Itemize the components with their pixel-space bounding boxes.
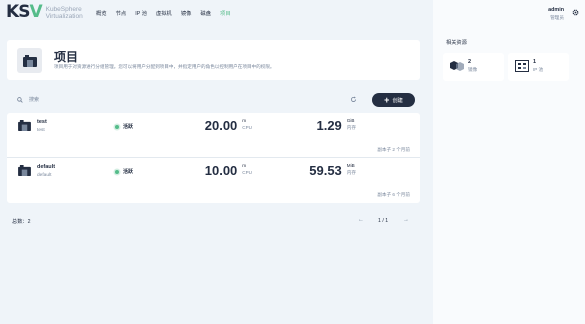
status-badge: 活跃 bbox=[115, 123, 133, 130]
nav-disks[interactable]: 磁盘 bbox=[200, 11, 211, 18]
page-indicator: 1 / 1 bbox=[378, 218, 389, 224]
memory-value: 59.53 bbox=[309, 163, 342, 178]
memory-value: 1.29 bbox=[316, 118, 342, 133]
cpu-usage: 20.00 m CPU bbox=[205, 118, 252, 133]
nav-virtual-machines[interactable]: 虚拟机 bbox=[156, 11, 172, 18]
nav-images[interactable]: 镜像 bbox=[181, 11, 192, 18]
logo-mark: KSV bbox=[6, 2, 43, 22]
right-sidebar: admin 管理员 相关资源 2 镜像 1 IP 池 bbox=[433, 0, 585, 324]
project-icon bbox=[17, 48, 42, 73]
page-title: 项目 bbox=[54, 50, 79, 64]
cpu-label: CPU bbox=[242, 125, 252, 130]
nav-nodes[interactable]: 节点 bbox=[116, 11, 127, 18]
table-row[interactable]: test test 活跃 20.00 m CPU 1.29 GiB 内存 副本子… bbox=[7, 113, 420, 158]
user-name: admin bbox=[548, 7, 564, 13]
resource-label: 镜像 bbox=[468, 67, 478, 72]
status-dot-icon bbox=[115, 169, 119, 174]
resource-label: IP 池 bbox=[533, 67, 544, 72]
status-dot-icon bbox=[115, 124, 119, 129]
top-bar: KSV KubeSphere Virtualization 概览 节点 IP 池… bbox=[0, 0, 433, 30]
main-nav: 概览 节点 IP 池 虚拟机 镜像 磁盘 项目 bbox=[96, 11, 240, 18]
cpu-usage: 10.00 m CPU bbox=[205, 163, 252, 178]
status-label: 活跃 bbox=[123, 169, 134, 175]
status-badge: 活跃 bbox=[115, 168, 133, 175]
create-button-label: 创建 bbox=[392, 97, 403, 104]
resource-count: 2 bbox=[468, 59, 472, 65]
memory-unit: GiB bbox=[346, 118, 355, 123]
cpu-label: CPU bbox=[242, 170, 252, 175]
memory-usage: 1.29 GiB 内存 bbox=[316, 118, 356, 133]
user-menu[interactable]: admin 管理员 bbox=[548, 7, 564, 21]
nav-overview[interactable]: 概览 bbox=[96, 11, 107, 18]
logo[interactable]: KSV KubeSphere Virtualization bbox=[6, 4, 83, 21]
logo-text: KubeSphere Virtualization bbox=[45, 5, 83, 20]
status-label: 活跃 bbox=[123, 124, 134, 130]
toolbar: + 创建 bbox=[7, 89, 420, 111]
prev-page-icon[interactable]: ← bbox=[358, 217, 364, 223]
page-header: 项目 项目用于对资源进行分组管理。您可以将用户分配到项目中，并指定用户的角色以控… bbox=[7, 40, 420, 80]
search-input[interactable] bbox=[29, 95, 329, 105]
project-name[interactable]: default bbox=[37, 164, 55, 170]
page-description: 项目用于对资源进行分组管理。您可以将用户分配到项目中，并指定用户的角色以控制用户… bbox=[54, 64, 275, 69]
refresh-icon[interactable] bbox=[350, 96, 357, 105]
cpu-unit: m bbox=[242, 163, 247, 168]
ip-pool-icon bbox=[515, 60, 529, 74]
memory-usage: 59.53 MiB 内存 bbox=[309, 163, 356, 178]
cpu-unit: m bbox=[242, 118, 247, 123]
next-page-icon[interactable]: → bbox=[403, 217, 409, 223]
related-resources-title: 相关资源 bbox=[446, 40, 467, 46]
resource-card-images[interactable]: 2 镜像 bbox=[443, 53, 504, 81]
gear-icon[interactable] bbox=[572, 9, 579, 18]
total-count: 总数：2 bbox=[12, 219, 31, 225]
search-icon bbox=[17, 97, 23, 105]
cpu-value: 20.00 bbox=[204, 118, 238, 133]
project-icon bbox=[18, 165, 31, 178]
cpu-value: 10.00 bbox=[204, 163, 238, 178]
plus-icon: + bbox=[384, 94, 390, 105]
table-row[interactable]: default default 活跃 10.00 m CPU 59.53 MiB… bbox=[7, 158, 420, 203]
resource-card-ip-pools[interactable]: 1 IP 池 bbox=[508, 53, 569, 81]
project-alias: default bbox=[37, 173, 52, 178]
pagination: 总数：2 ← 1 / 1 → bbox=[7, 211, 420, 231]
nav-ip-pools[interactable]: IP 池 bbox=[135, 11, 147, 18]
memory-label: 内存 bbox=[346, 170, 356, 175]
user-role: 管理员 bbox=[550, 15, 564, 20]
resource-count: 1 bbox=[533, 59, 537, 65]
project-icon bbox=[18, 120, 31, 133]
memory-label: 内存 bbox=[346, 125, 356, 130]
memory-unit: MiB bbox=[346, 163, 355, 168]
project-list: test test 活跃 20.00 m CPU 1.29 GiB 内存 副本子… bbox=[7, 113, 420, 203]
row-footer: 副本子 2 个月前 bbox=[377, 147, 410, 152]
project-name[interactable]: test bbox=[37, 119, 47, 125]
create-button[interactable]: + 创建 bbox=[372, 93, 415, 107]
images-icon bbox=[450, 60, 464, 74]
project-alias: test bbox=[37, 128, 45, 133]
nav-projects[interactable]: 项目 bbox=[220, 11, 231, 18]
row-footer: 副本子 6 个月前 bbox=[377, 192, 410, 197]
